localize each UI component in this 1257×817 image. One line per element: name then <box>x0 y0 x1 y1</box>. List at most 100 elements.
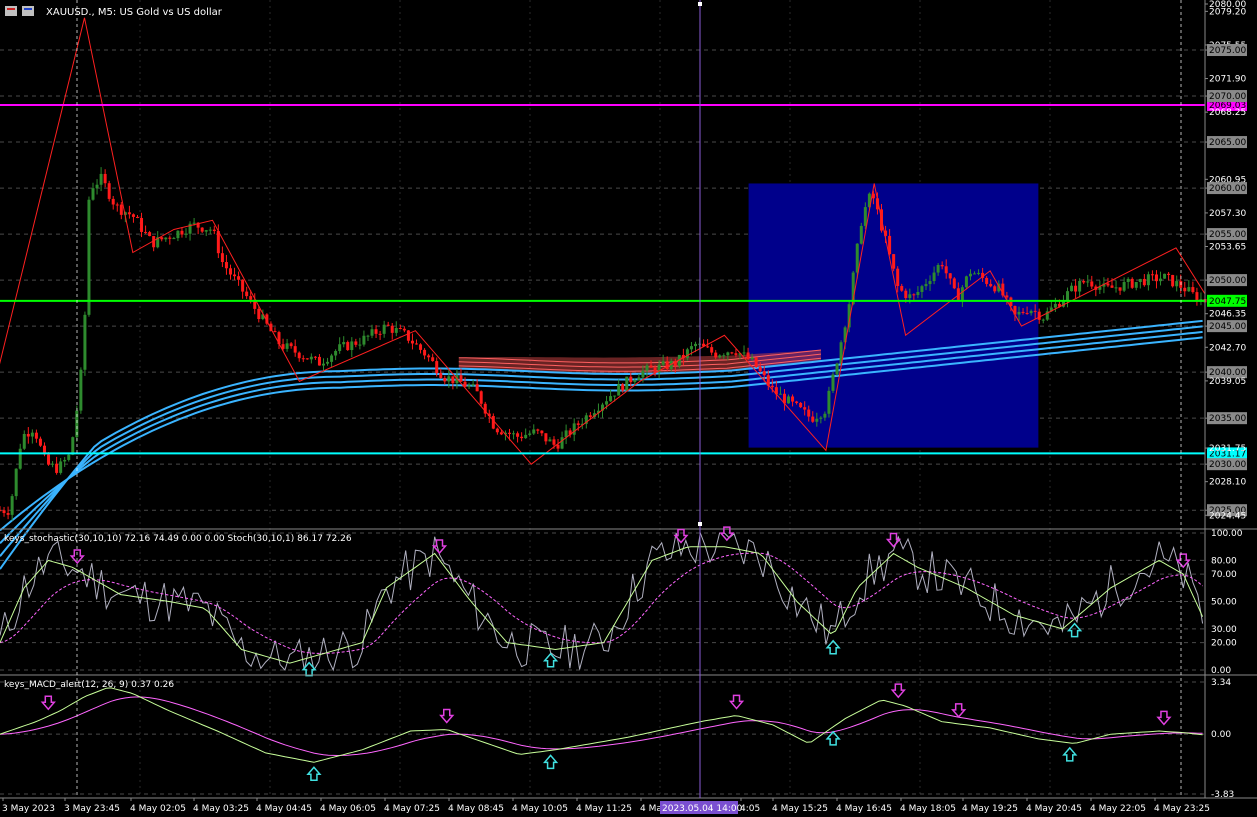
candle-body <box>916 291 920 296</box>
time-axis-label: 4 May 18:05 <box>900 804 956 814</box>
candle-body <box>613 395 617 397</box>
price-axis-label: 2079.20 <box>1209 7 1246 17</box>
candle-body <box>1086 281 1090 283</box>
candle-body <box>948 273 952 279</box>
candle-body <box>321 363 325 366</box>
candle-body <box>815 418 819 422</box>
candle-body <box>107 183 111 199</box>
candle-body <box>257 308 261 319</box>
candle-body <box>366 335 370 337</box>
candle-body <box>989 283 993 287</box>
candle-body <box>228 268 232 275</box>
trading-chart[interactable]: 2069.032047.752031.17 2080.002079.202075… <box>0 0 1257 817</box>
candle-body <box>528 433 532 435</box>
candle-body <box>1191 287 1195 293</box>
candle-body <box>1163 273 1167 279</box>
candle-body <box>47 454 51 465</box>
candle-body <box>633 380 637 383</box>
candle-body <box>661 361 665 365</box>
candle-body <box>330 355 334 362</box>
candle-body <box>176 230 180 239</box>
candle-body <box>694 343 698 347</box>
candle-body <box>548 439 552 442</box>
time-axis-label: 4 May 20:45 <box>1026 804 1082 814</box>
price-axis-label: 2068.25 <box>1209 108 1246 118</box>
candle-body <box>6 513 10 515</box>
candle-body <box>896 268 900 287</box>
candle-body <box>289 343 293 347</box>
candle-body <box>588 415 592 417</box>
price-axis-label: 2053.65 <box>1209 243 1246 253</box>
crosshair-handle-top[interactable] <box>698 2 702 6</box>
crosshair-handle-bottom[interactable] <box>698 522 702 526</box>
price-level-tag-text: 2047.75 <box>1209 297 1246 307</box>
candle-body <box>30 432 34 437</box>
candle-body <box>649 365 653 368</box>
candle-body <box>354 341 358 345</box>
candle-body <box>410 340 414 344</box>
candle-body <box>459 375 463 382</box>
candle-body <box>1041 319 1045 321</box>
candle-body <box>79 369 83 411</box>
price-axis-label: 2057.30 <box>1209 209 1246 219</box>
candle-body <box>1070 285 1074 292</box>
candle-body <box>414 343 418 345</box>
time-axis-label: 4 May 02:05 <box>130 804 186 814</box>
candle-body <box>1118 287 1122 291</box>
candle-body <box>1053 303 1057 308</box>
candle-body <box>406 330 410 341</box>
candle-body <box>641 370 645 378</box>
highlight-zone-rectangle[interactable] <box>748 183 1039 448</box>
candle-body <box>819 417 823 419</box>
stochastic-title: keys_stochastic(30,10,10) 72.16 74.49 0.… <box>4 534 352 544</box>
candle-body <box>439 373 443 378</box>
candle-body <box>1033 310 1037 312</box>
candle-body <box>665 361 669 369</box>
candle-body <box>18 448 22 469</box>
candle-body <box>38 438 42 446</box>
candle-body <box>787 396 791 404</box>
candle-body <box>338 344 342 351</box>
candle-body <box>293 346 297 353</box>
level-label: 3.34 <box>1211 678 1231 688</box>
candle-body <box>1171 274 1175 287</box>
candle-body <box>750 357 754 360</box>
candle-body <box>536 429 540 431</box>
candle-body <box>859 225 863 244</box>
candle-body <box>386 324 390 326</box>
candle-body <box>362 335 366 345</box>
candle-body <box>479 391 483 404</box>
candle-body <box>904 290 908 299</box>
candle-body <box>791 396 795 402</box>
candle-body <box>710 347 714 353</box>
candle-body <box>467 385 471 387</box>
candle-body <box>334 350 338 356</box>
time-axis-label: 4 May 08:45 <box>448 804 504 814</box>
candle-body <box>742 352 746 354</box>
candle-body <box>799 402 803 408</box>
price-axis-label: 2035.00 <box>1209 414 1246 424</box>
candle-body <box>1150 274 1154 276</box>
time-axis-label: 4 May 22:05 <box>1090 804 1146 814</box>
candle-body <box>297 352 301 359</box>
candle-body <box>1037 311 1041 320</box>
candle-body <box>540 430 544 434</box>
candle-body <box>131 214 135 217</box>
time-axis-label: 4 May 15:25 <box>772 804 828 814</box>
candle-body <box>552 439 556 445</box>
candle-body <box>940 265 944 267</box>
candle-body <box>512 433 516 435</box>
candle-body <box>564 430 568 438</box>
candle-body <box>629 376 633 383</box>
candle-body <box>237 276 241 280</box>
candle-body <box>924 284 928 287</box>
candle-body <box>1029 310 1033 314</box>
candle-body <box>1130 278 1134 288</box>
price-axis-label: 2045.00 <box>1209 322 1246 332</box>
candle-body <box>831 374 835 391</box>
candle-body <box>952 278 956 289</box>
candle-body <box>807 409 811 417</box>
candle-body <box>1175 281 1179 287</box>
candle-body <box>382 324 386 334</box>
candle-body <box>394 328 398 333</box>
